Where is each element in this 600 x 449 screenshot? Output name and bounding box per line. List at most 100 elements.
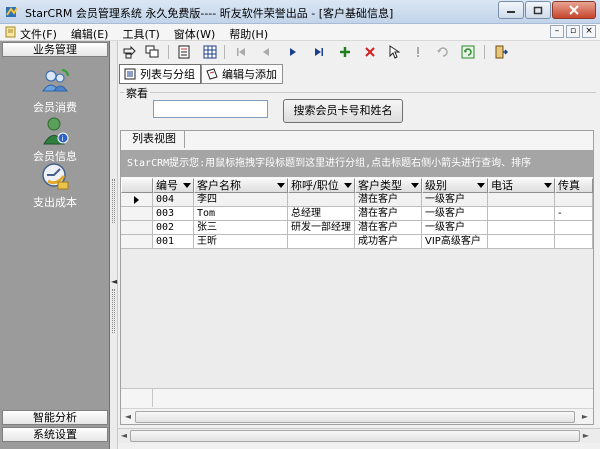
nav-item-member-consumption[interactable]: 会员消费 <box>0 67 110 115</box>
windows-tool-button[interactable] <box>144 44 160 60</box>
cancel-edit-button[interactable] <box>434 44 450 60</box>
nav-item-expense-cost[interactable]: 支出成本 <box>0 162 110 210</box>
cell-type[interactable]: 潜在客户 <box>355 207 422 221</box>
table-tool-button[interactable] <box>202 44 218 60</box>
child-close-button[interactable]: × <box>582 25 596 38</box>
cell-level[interactable]: VIP高级客户 <box>422 235 488 249</box>
maximize-button[interactable] <box>525 1 551 19</box>
cell-phone[interactable] <box>488 221 555 235</box>
scroll-right-icon[interactable]: ► <box>580 430 592 442</box>
cell-type[interactable]: 成功客户 <box>355 235 422 249</box>
column-dropdown-icon[interactable] <box>344 183 352 188</box>
row-indicator[interactable] <box>121 193 153 207</box>
document-window-icon[interactable] <box>5 26 17 38</box>
close-button[interactable] <box>552 1 596 19</box>
nav-header-business[interactable]: 业务管理 <box>2 42 108 57</box>
tab-list-and-group[interactable]: 列表与分组 <box>119 64 201 84</box>
column-dropdown-icon[interactable] <box>277 183 285 188</box>
column-header-phone[interactable]: 电话 <box>488 178 555 193</box>
column-header-name[interactable]: 客户名称 <box>194 178 288 193</box>
cell-fax[interactable]: - <box>555 207 593 221</box>
scroll-left-icon[interactable]: ◄ <box>118 430 130 442</box>
exit-tool-button[interactable] <box>121 44 137 60</box>
cell-id[interactable]: 003 <box>153 207 194 221</box>
cell-title[interactable]: 总经理 <box>288 207 355 221</box>
next-record-button[interactable] <box>285 44 301 60</box>
panel-splitter[interactable]: ◄ <box>110 41 118 449</box>
search-member-button[interactable]: 搜索会员卡号和姓名 <box>283 99 403 123</box>
cell-id[interactable]: 004 <box>153 193 194 207</box>
collapse-arrow-icon[interactable]: ◄ <box>111 277 117 286</box>
cell-title[interactable]: 研发一部经理 <box>288 221 355 235</box>
column-dropdown-icon[interactable] <box>477 183 485 188</box>
row-indicator[interactable] <box>121 235 153 249</box>
close-form-button[interactable] <box>493 44 509 60</box>
cell-fax[interactable] <box>555 193 593 207</box>
column-dropdown-icon[interactable] <box>544 183 552 188</box>
scroll-thumb[interactable] <box>135 411 575 423</box>
refresh-button[interactable] <box>460 44 476 60</box>
cell-id[interactable]: 001 <box>153 235 194 249</box>
first-record-button[interactable] <box>233 44 249 60</box>
menu-edit[interactable]: 编辑(E) <box>71 26 109 42</box>
previous-record-button[interactable] <box>258 44 274 60</box>
cell-name[interactable]: 张三 <box>194 221 288 235</box>
cell-name[interactable]: 李四 <box>194 193 288 207</box>
minimize-button[interactable] <box>498 1 524 19</box>
cell-level[interactable]: 一级客户 <box>422 207 488 221</box>
row-indicator[interactable] <box>121 207 153 221</box>
cell-name[interactable]: Tom <box>194 207 288 221</box>
column-header-fax[interactable]: 传真 <box>555 178 593 193</box>
cell-phone[interactable] <box>488 193 555 207</box>
tab-list-view[interactable]: 列表视图 <box>124 131 185 148</box>
cell-id[interactable]: 002 <box>153 221 194 235</box>
grid-horizontal-scrollbar[interactable]: ◄ ► <box>121 408 593 424</box>
cell-type[interactable]: 潜在客户 <box>355 221 422 235</box>
cell-fax[interactable] <box>555 221 593 235</box>
cell-type[interactable]: 潜在客户 <box>355 193 422 207</box>
nav-header-settings[interactable]: 系统设置 <box>2 427 108 442</box>
splitter-grip[interactable] <box>112 179 115 223</box>
table-row[interactable]: 004 李四 潜在客户 一级客户 <box>121 193 593 207</box>
add-record-button[interactable] <box>337 44 353 60</box>
menu-help[interactable]: 帮助(H) <box>229 26 268 42</box>
delete-record-button[interactable] <box>362 44 378 60</box>
row-indicator[interactable] <box>121 221 153 235</box>
scroll-left-icon[interactable]: ◄ <box>122 411 134 423</box>
column-dropdown-icon[interactable] <box>183 183 191 188</box>
column-header-title[interactable]: 称呼/职位 <box>288 178 355 193</box>
nav-header-analysis[interactable]: 智能分析 <box>2 410 108 425</box>
cell-title[interactable] <box>288 235 355 249</box>
splitter-grip[interactable] <box>112 289 115 333</box>
menu-tools[interactable]: 工具(T) <box>122 26 159 42</box>
scroll-right-icon[interactable]: ► <box>579 411 591 423</box>
cell-name[interactable]: 王昕 <box>194 235 288 249</box>
cell-level[interactable]: 一级客户 <box>422 221 488 235</box>
child-restore-button[interactable]: ▫ <box>566 25 580 38</box>
last-record-button[interactable] <box>311 44 327 60</box>
scroll-thumb[interactable] <box>130 430 580 442</box>
previous-record-icon <box>263 48 269 56</box>
nav-item-member-info[interactable]: i 会员信息 <box>0 116 110 164</box>
cell-phone[interactable] <box>488 207 555 221</box>
search-input[interactable] <box>153 100 268 118</box>
post-record-button[interactable] <box>410 44 426 60</box>
column-header-id[interactable]: 编号 <box>153 178 194 193</box>
cell-phone[interactable] <box>488 235 555 249</box>
column-dropdown-icon[interactable] <box>411 183 419 188</box>
window-horizontal-scrollbar[interactable]: ◄ ► <box>118 428 600 443</box>
menu-window[interactable]: 窗体(W) <box>174 26 215 42</box>
table-row[interactable]: 003 Tom 总经理 潜在客户 一级客户 - <box>121 207 593 221</box>
cell-level[interactable]: 一级客户 <box>422 193 488 207</box>
cell-title[interactable] <box>288 193 355 207</box>
table-row[interactable]: 002 张三 研发一部经理 潜在客户 一级客户 <box>121 221 593 235</box>
menu-file[interactable]: 文件(F) <box>20 26 57 42</box>
column-header-type[interactable]: 客户类型 <box>355 178 422 193</box>
tab-edit-and-add[interactable]: 编辑与添加 <box>201 64 283 84</box>
cell-fax[interactable] <box>555 235 593 249</box>
column-header-level[interactable]: 级别 <box>422 178 488 193</box>
edit-record-button[interactable] <box>386 44 402 60</box>
report-tool-button[interactable] <box>176 44 192 60</box>
table-row[interactable]: 001 王昕 成功客户 VIP高级客户 <box>121 235 593 249</box>
child-minimize-button[interactable]: – <box>550 25 564 38</box>
